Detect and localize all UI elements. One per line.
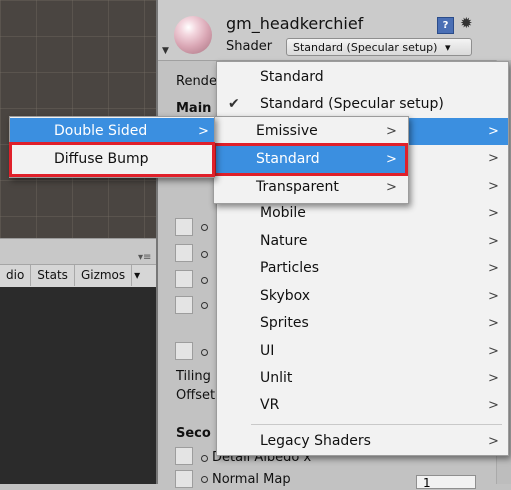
chevron-right-icon: > [488, 206, 499, 221]
menu-item-transparent[interactable]: Transparent > [214, 174, 408, 201]
chevron-right-icon: > [488, 434, 499, 449]
chevron-right-icon: > [488, 316, 499, 331]
menu-item-ui[interactable]: UI > [217, 338, 508, 365]
legacy-submenu: Emissive > Standard > Transparent > [213, 116, 409, 204]
menu-item-label: Standard (Specular setup) [260, 96, 444, 112]
menu-item-label: Diffuse Bump [54, 151, 149, 167]
chevron-right-icon: > [488, 261, 499, 276]
shader-label: Shader [226, 39, 273, 54]
menu-item-unlit[interactable]: Unlit > [217, 365, 508, 392]
menu-item-diffuse-bump[interactable]: Diffuse Bump [10, 146, 214, 173]
offset-label: Offset [176, 388, 216, 403]
gizmos-label: Gizmos [80, 268, 126, 282]
foldout-arrow-icon[interactable]: ▼ [162, 46, 169, 56]
texture-slot[interactable] [175, 270, 193, 288]
menu-item-label: Standard [256, 151, 320, 167]
help-icon[interactable]: ? [437, 17, 454, 34]
menu-item-emissive[interactable]: Emissive > [214, 118, 408, 145]
normal-map-label: Normal Map [212, 472, 291, 487]
menu-item-particles[interactable]: Particles > [217, 255, 508, 282]
picker-dot-icon[interactable] [201, 277, 208, 284]
chevron-right-icon: > [488, 179, 499, 194]
menu-item-legacy-shaders[interactable]: Legacy Shaders > [217, 428, 508, 455]
menu-item-standard-legacy[interactable]: Standard > [214, 146, 408, 173]
chevron-right-icon: > [198, 124, 209, 139]
menu-item-label: VR [260, 397, 280, 413]
tiling-label: Tiling [176, 369, 211, 384]
menu-item-label: Unlit [260, 370, 293, 386]
menu-item-label: UI [260, 343, 275, 359]
material-name: gm_headkerchief [226, 14, 364, 33]
audio-toggle-partial[interactable]: dio [0, 265, 32, 286]
menu-item-label: Particles [260, 260, 320, 276]
menu-item-label: Standard [260, 69, 324, 85]
menu-item-double-sided[interactable]: Double Sided > [10, 118, 214, 145]
chevron-right-icon: > [488, 289, 499, 304]
gizmos-dropdown-arrow[interactable]: ▾ [132, 265, 142, 286]
texture-slot[interactable] [175, 447, 193, 465]
texture-slot[interactable] [175, 218, 193, 236]
shader-dropdown[interactable]: Standard (Specular setup) ▾ [286, 38, 472, 56]
chevron-right-icon: > [488, 124, 499, 139]
chevron-right-icon: > [488, 344, 499, 359]
menu-item-label: Transparent [256, 179, 339, 195]
menu-item-label: Skybox [260, 288, 311, 304]
chevron-right-icon: > [488, 234, 499, 249]
chevron-right-icon: > [386, 124, 397, 139]
picker-dot-icon[interactable] [201, 302, 208, 309]
standard-submenu: Double Sided > Diffuse Bump [9, 116, 215, 178]
panel-menu-icon[interactable]: ▾≡ [138, 252, 151, 263]
chevron-right-icon: > [488, 371, 499, 386]
menu-item-standard-specular[interactable]: ✔ Standard (Specular setup) [217, 91, 508, 118]
rendering-mode-label: Rende [176, 74, 217, 89]
gear-icon[interactable]: ✹ [460, 14, 473, 32]
picker-dot-icon[interactable] [201, 349, 208, 356]
menu-item-skybox[interactable]: Skybox > [217, 283, 508, 310]
picker-dot-icon[interactable] [201, 251, 208, 258]
chevron-right-icon: > [386, 152, 397, 167]
normal-scale-field[interactable]: 1 [416, 475, 476, 490]
secondary-maps-heading: Seco [176, 426, 211, 441]
stats-button[interactable]: Stats [31, 265, 75, 286]
menu-item-label: Nature [260, 233, 308, 249]
material-preview-sphere [174, 16, 212, 54]
menu-item-label: Sprites [260, 315, 309, 331]
menu-item-nature[interactable]: Nature > [217, 228, 508, 255]
menu-item-label: Legacy Shaders [260, 433, 371, 449]
game-view [0, 287, 156, 484]
menu-item-sprites[interactable]: Sprites > [217, 310, 508, 337]
panel-separator [0, 238, 156, 265]
chevron-right-icon: > [488, 151, 499, 166]
menu-item-vr[interactable]: VR > [217, 392, 508, 419]
main-maps-heading: Main [176, 101, 212, 116]
picker-dot-icon[interactable] [201, 476, 208, 483]
menu-separator [251, 424, 502, 425]
game-view-toolbar: dio Stats Gizmos ▾ [0, 264, 156, 288]
chevron-right-icon: > [386, 180, 397, 195]
menu-item-mobile[interactable]: Mobile > [217, 200, 508, 227]
menu-item-label: Double Sided [54, 123, 148, 139]
menu-item-standard[interactable]: Standard [217, 64, 508, 91]
gizmos-button[interactable]: Gizmos [75, 265, 133, 286]
menu-item-label: Emissive [256, 123, 318, 139]
shader-dropdown-value: Standard (Specular setup) [293, 41, 438, 54]
checkmark-icon: ✔ [228, 96, 240, 112]
texture-slot[interactable] [175, 342, 193, 360]
picker-dot-icon[interactable] [201, 224, 208, 231]
menu-item-label: Mobile [260, 205, 306, 221]
texture-slot[interactable] [175, 470, 193, 488]
chevron-down-icon: ▾ [444, 41, 451, 54]
texture-slot[interactable] [175, 296, 193, 314]
chevron-right-icon: > [488, 398, 499, 413]
picker-dot-icon[interactable] [201, 455, 208, 462]
texture-slot[interactable] [175, 244, 193, 262]
